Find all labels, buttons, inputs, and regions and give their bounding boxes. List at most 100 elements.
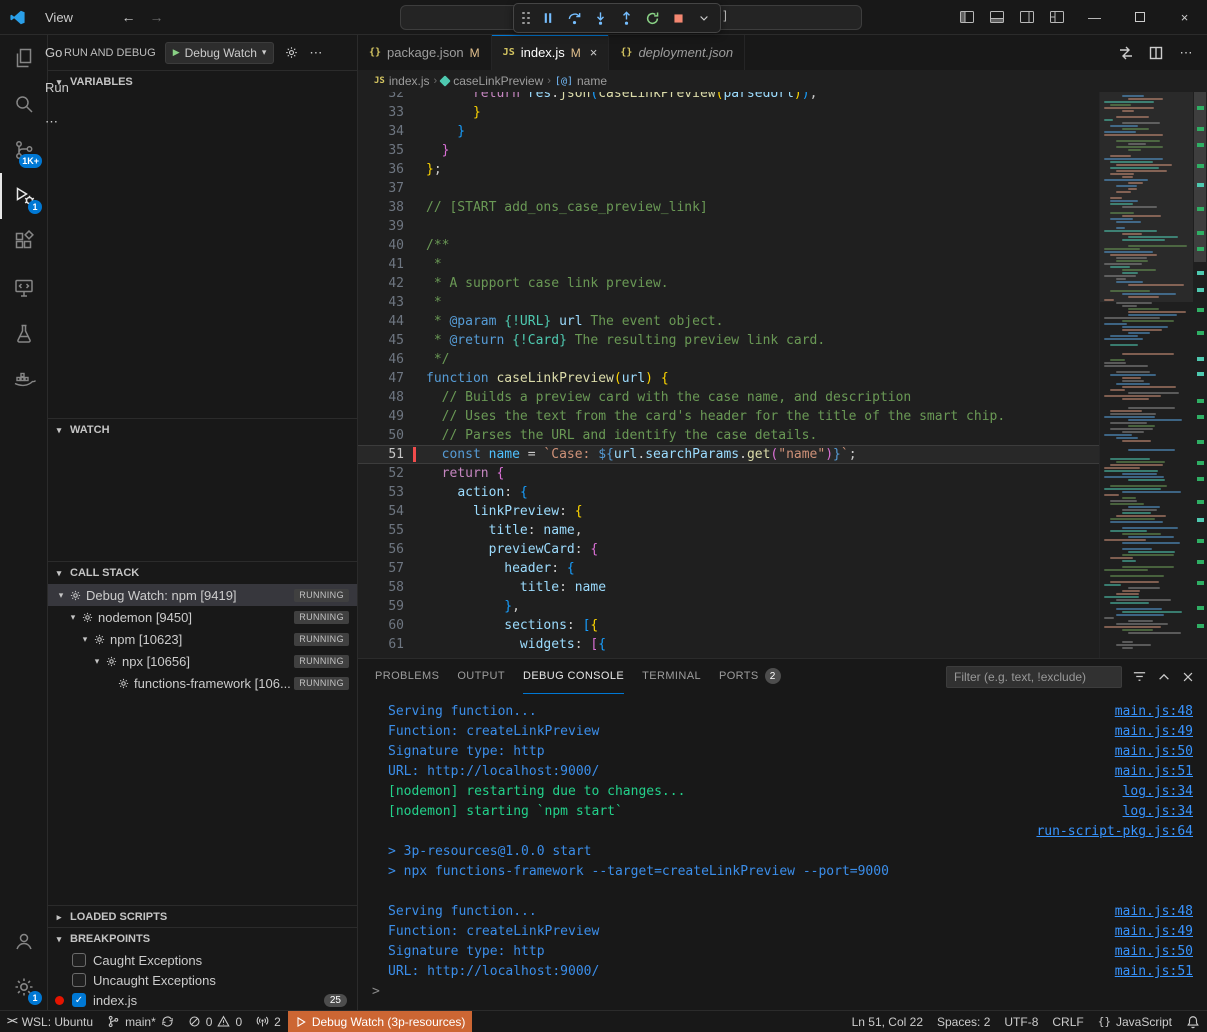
debug-settings-gear-icon[interactable] [284, 45, 299, 60]
callstack-item[interactable]: ▾npx [10656]RUNNING [48, 650, 357, 672]
cursor-position-item[interactable]: Ln 51, Col 22 [845, 1011, 930, 1032]
breadcrumb-field[interactable]: name [577, 74, 607, 88]
source-link[interactable]: main.js:50 [1115, 942, 1193, 962]
debug-session-dropdown-icon[interactable] [696, 10, 712, 26]
source-link[interactable]: main.js:51 [1115, 762, 1193, 782]
code-line[interactable]: 50 // Parses the URL and identify the ca… [358, 426, 1099, 445]
tab-output[interactable]: OUTPUT [457, 659, 505, 694]
code-line[interactable]: 39 [358, 217, 1099, 236]
code-line[interactable]: 59 }, [358, 597, 1099, 616]
line-number[interactable]: 51 [358, 445, 404, 464]
breakpoint-checkbox[interactable] [72, 973, 86, 987]
line-number[interactable]: 45 [358, 331, 404, 350]
restart-button[interactable] [644, 10, 660, 26]
problems-item[interactable]: 0 0 [181, 1011, 249, 1032]
source-link[interactable]: run-script-pkg.js:64 [1036, 822, 1193, 842]
line-number[interactable]: 34 [358, 122, 404, 141]
debug-status-item[interactable]: Debug Watch (3p-resources) [288, 1011, 473, 1032]
callstack-item[interactable]: ▾nodemon [9450]RUNNING [48, 606, 357, 628]
customize-layout-icon[interactable] [1042, 0, 1072, 35]
source-link[interactable]: main.js:51 [1115, 962, 1193, 982]
run-and-debug-icon[interactable]: 1 [0, 173, 47, 219]
line-number[interactable]: 56 [358, 540, 404, 559]
tab-problems[interactable]: PROBLEMS [375, 659, 439, 694]
line-number[interactable]: 48 [358, 388, 404, 407]
indentation-item[interactable]: Spaces: 2 [930, 1011, 997, 1032]
menu-view[interactable]: View [36, 0, 107, 35]
watch-section-header[interactable]: ▾ WATCH [48, 419, 357, 441]
source-link[interactable]: main.js:48 [1115, 902, 1193, 922]
step-into-button[interactable] [592, 10, 608, 26]
line-number[interactable]: 32 [358, 92, 404, 103]
code-line[interactable]: 52 return { [358, 464, 1099, 483]
line-number[interactable]: 40 [358, 236, 404, 255]
code-editor[interactable]: 32 return res.json(caseLinkPreview(parse… [358, 92, 1207, 658]
accounts-icon[interactable] [0, 918, 47, 964]
line-number[interactable]: 47 [358, 369, 404, 388]
drag-grip-icon[interactable] [522, 12, 530, 25]
line-number[interactable]: 59 [358, 597, 404, 616]
line-number[interactable]: 43 [358, 293, 404, 312]
git-branch-item[interactable]: main* [100, 1011, 181, 1032]
editor-more-icon[interactable]: ⋯ [1173, 40, 1199, 66]
breakpoints-section-header[interactable]: ▾ BREAKPOINTS [48, 928, 357, 950]
line-number[interactable]: 50 [358, 426, 404, 445]
code-line[interactable]: 32 return res.json(caseLinkPreview(parse… [358, 92, 1099, 103]
code-line[interactable]: 42 * A support case link preview. [358, 274, 1099, 293]
toggle-sidebar-icon[interactable] [952, 0, 982, 35]
nav-back-icon[interactable]: ← [121, 9, 135, 25]
source-link[interactable]: log.js:34 [1123, 802, 1193, 822]
toggle-panel-icon[interactable] [982, 0, 1012, 35]
command-center[interactable]: tu] [400, 5, 862, 30]
line-number[interactable]: 55 [358, 521, 404, 540]
maximize-panel-icon[interactable] [1157, 670, 1171, 684]
source-link[interactable]: main.js:48 [1115, 702, 1193, 722]
remote-indicator[interactable]: >< WSL: Ubuntu [0, 1011, 100, 1032]
callstack-item[interactable]: functions-framework [106...RUNNING [48, 672, 357, 694]
menu-go[interactable]: Go [36, 35, 107, 70]
breakpoint-checkbox[interactable]: ✓ [72, 993, 86, 1007]
tab-debug-console[interactable]: DEBUG CONSOLE [523, 659, 624, 694]
forwarded-ports-item[interactable]: 2 [249, 1011, 288, 1032]
code-line[interactable]: 44 * @param {!URL} url The event object. [358, 312, 1099, 331]
open-changes-icon[interactable] [1113, 40, 1139, 66]
minimize-button[interactable]: — [1072, 0, 1117, 35]
line-number[interactable]: 38 [358, 198, 404, 217]
views-more-icon[interactable]: ⋯ [309, 45, 322, 61]
language-mode-item[interactable]: {} JavaScript [1091, 1011, 1179, 1032]
source-link[interactable]: main.js:49 [1115, 922, 1193, 942]
code-line[interactable]: 51 const name = `Case: ${url.searchParam… [358, 445, 1099, 464]
callstack-item[interactable]: ▾Debug Watch: npm [9419]RUNNING [48, 584, 357, 606]
code-line[interactable]: 35 } [358, 141, 1099, 160]
stop-button[interactable] [670, 10, 686, 26]
line-number[interactable]: 42 [358, 274, 404, 293]
menu-run[interactable]: Run [36, 70, 107, 105]
code-line[interactable]: 46 */ [358, 350, 1099, 369]
loaded-scripts-section-header[interactable]: ▸ LOADED SCRIPTS [48, 906, 357, 927]
debug-console-output[interactable]: Serving function...main.js:48Function: c… [358, 694, 1207, 1010]
breadcrumb[interactable]: JS index.js › caseLinkPreview › [@] name [358, 70, 1207, 92]
nav-forward-icon[interactable]: → [149, 9, 163, 25]
breakpoint-item[interactable]: Uncaught Exceptions [48, 970, 357, 990]
close-window-button[interactable]: × [1162, 0, 1207, 35]
line-number[interactable]: 58 [358, 578, 404, 597]
source-link[interactable]: log.js:34 [1123, 782, 1193, 802]
tab-package-json[interactable]: {} package.json M [358, 35, 492, 70]
code-line[interactable]: 38// [START add_ons_case_preview_link] [358, 198, 1099, 217]
tab-deployment-json[interactable]: {} deployment.json [609, 35, 745, 70]
code-line[interactable]: 41 * [358, 255, 1099, 274]
line-number[interactable]: 35 [358, 141, 404, 160]
console-filter-input[interactable] [946, 666, 1122, 688]
line-number[interactable]: 39 [358, 217, 404, 236]
code-line[interactable]: 61 widgets: [{ [358, 635, 1099, 654]
notifications-bell-icon[interactable] [1179, 1011, 1207, 1032]
step-over-button[interactable] [566, 10, 582, 26]
code-line[interactable]: 34 } [358, 122, 1099, 141]
minimap[interactable] [1099, 92, 1193, 658]
docker-icon[interactable] [0, 357, 47, 403]
debug-config-dropdown[interactable]: ▶ Debug Watch ▾ [165, 42, 275, 64]
code-line[interactable]: 37 [358, 179, 1099, 198]
breadcrumb-file[interactable]: index.js [389, 74, 430, 88]
extensions-icon[interactable] [0, 219, 47, 265]
line-number[interactable]: 61 [358, 635, 404, 654]
